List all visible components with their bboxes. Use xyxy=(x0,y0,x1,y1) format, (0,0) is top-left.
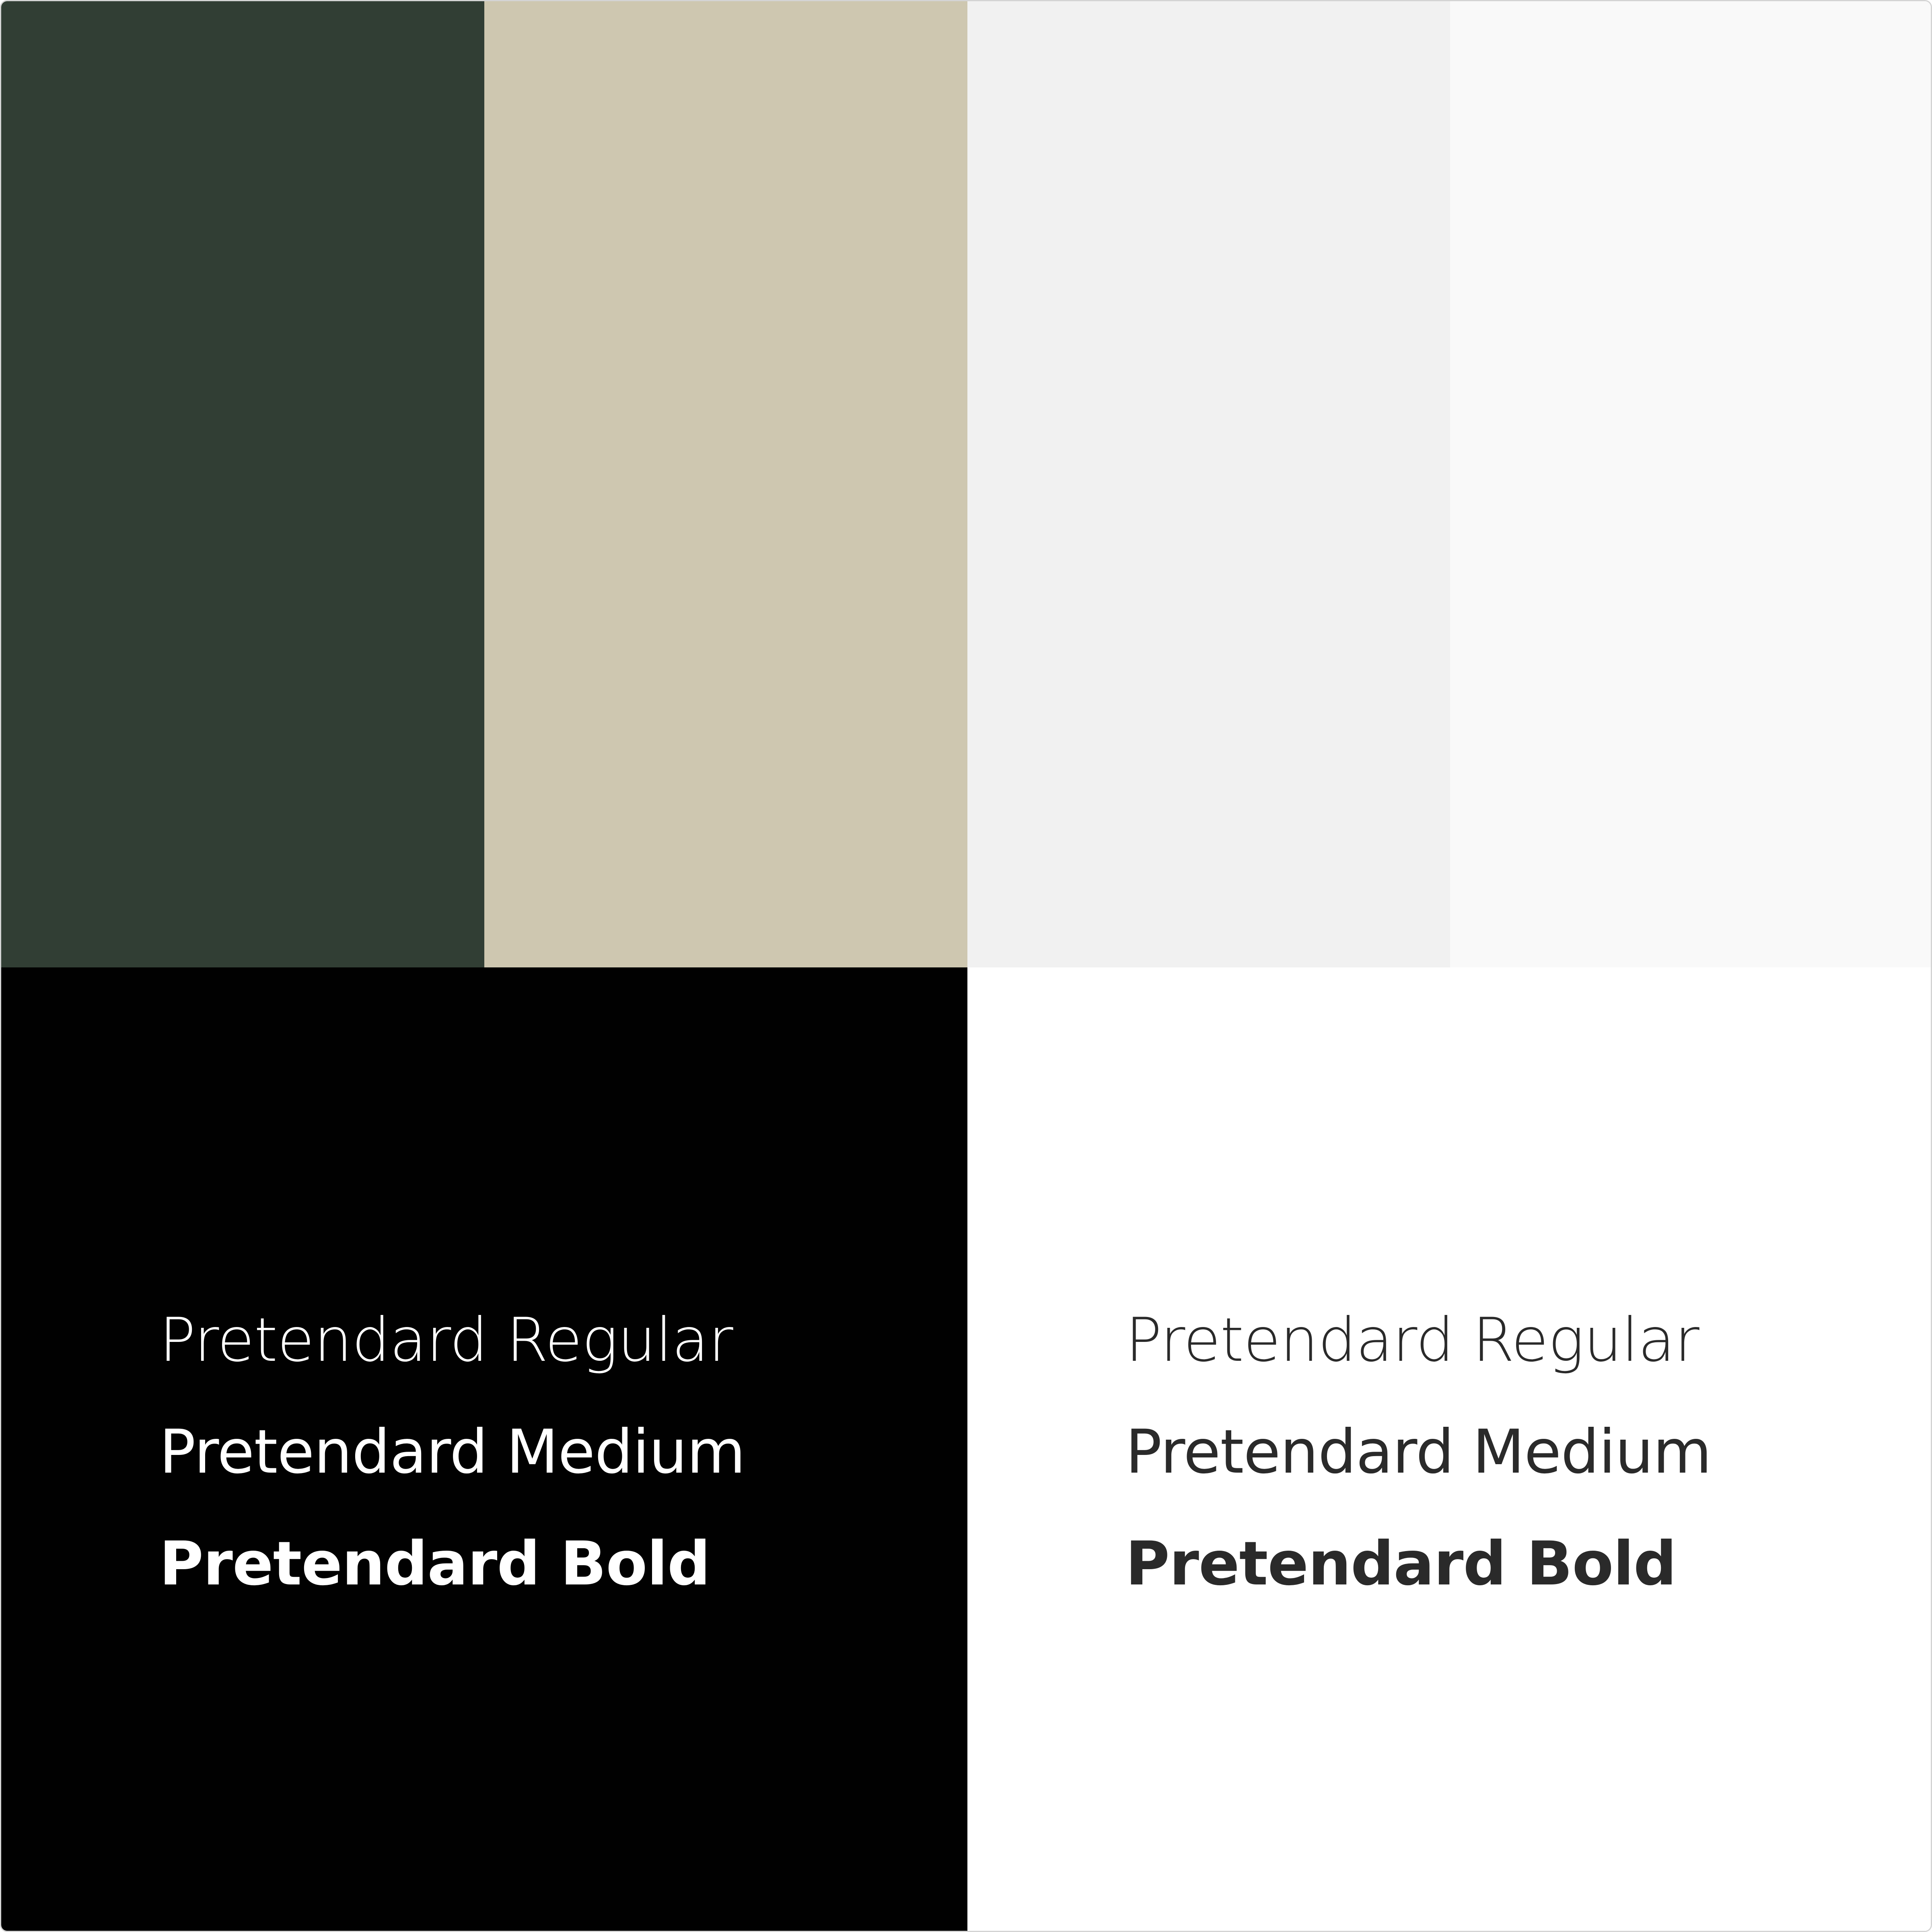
type-sample-regular: Pretendard Regular xyxy=(1125,1305,1700,1375)
swatch-beige xyxy=(484,1,967,967)
style-guide-board: Pretendard Regular Pretendard Medium Pre… xyxy=(0,0,1932,1932)
type-sample-regular: Pretendard Regular xyxy=(159,1305,733,1375)
swatch-light-gray xyxy=(967,1,1451,967)
type-panel-dark: Pretendard Regular Pretendard Medium Pre… xyxy=(1,967,967,1931)
type-sample-medium: Pretendard Medium xyxy=(159,1417,745,1487)
swatch-dark-green xyxy=(1,1,484,967)
type-sample-medium: Pretendard Medium xyxy=(1125,1417,1712,1487)
type-sample-bold: Pretendard Bold xyxy=(159,1529,710,1599)
type-sample-bold: Pretendard Bold xyxy=(1125,1529,1677,1599)
type-sample-stack: Pretendard Regular Pretendard Medium Pre… xyxy=(159,1284,745,1620)
color-palette xyxy=(1,1,1931,967)
swatch-off-white xyxy=(1450,1,1931,967)
type-panel-light: Pretendard Regular Pretendard Medium Pre… xyxy=(967,967,1931,1931)
type-sample-stack: Pretendard Regular Pretendard Medium Pre… xyxy=(1125,1284,1712,1620)
